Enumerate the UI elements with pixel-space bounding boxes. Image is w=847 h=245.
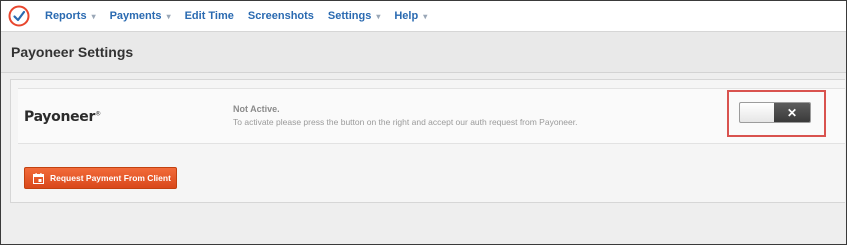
- page-title: Payoneer Settings: [11, 44, 134, 60]
- chevron-down-icon: ▾: [166, 11, 171, 21]
- nav-item-label: Payments: [109, 10, 162, 22]
- app-logo-icon[interactable]: [8, 5, 30, 27]
- payoneer-activation-toggle[interactable]: ✕: [739, 102, 811, 123]
- nav-item-screenshots[interactable]: Screenshots: [248, 10, 314, 22]
- chevron-down-icon: ▾: [423, 11, 428, 21]
- nav-item-help[interactable]: Help ▾: [394, 10, 427, 22]
- payoneer-integration-row: [18, 88, 845, 144]
- top-navigation-bar: Reports ▾ Payments ▾ Edit Time Screensho…: [1, 1, 846, 32]
- page-header: Payoneer Settings: [1, 32, 846, 73]
- nav-item-edit-time[interactable]: Edit Time: [185, 10, 234, 22]
- main-nav: Reports ▾ Payments ▾ Edit Time Screensho…: [45, 1, 441, 31]
- nav-item-label: Help: [394, 10, 419, 22]
- registered-mark: ®: [95, 110, 101, 118]
- nav-item-reports[interactable]: Reports ▾: [45, 10, 96, 22]
- request-payment-label: Request Payment From Client: [50, 173, 171, 183]
- nav-item-settings[interactable]: Settings ▾: [328, 10, 380, 22]
- integration-status: Not Active.: [233, 104, 280, 114]
- calendar-icon: [33, 172, 44, 184]
- integration-status-description: To activate please press the button on t…: [233, 117, 578, 127]
- nav-item-payments[interactable]: Payments ▾: [110, 10, 171, 22]
- nav-item-label: Screenshots: [247, 10, 314, 22]
- nav-item-label: Reports: [45, 10, 87, 22]
- chevron-down-icon: ▾: [376, 11, 381, 21]
- close-icon: ✕: [774, 103, 810, 122]
- payoneer-logo: Payoneer®: [24, 109, 101, 125]
- nav-item-label: Settings: [327, 10, 372, 22]
- chevron-down-icon: ▾: [91, 11, 96, 21]
- payoneer-logo-text: Payoneer: [24, 109, 96, 125]
- request-payment-button[interactable]: Request Payment From Client: [24, 167, 177, 189]
- nav-item-label: Edit Time: [184, 10, 234, 22]
